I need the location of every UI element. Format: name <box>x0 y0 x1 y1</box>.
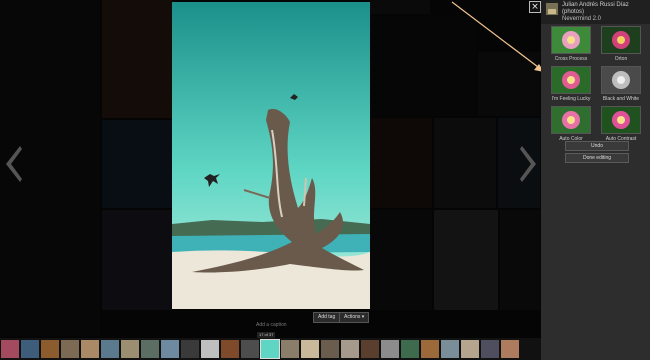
filter-label: Black and White <box>602 96 640 102</box>
filter-cross-process[interactable]: Cross Process <box>549 26 593 62</box>
add-tag-button[interactable]: Add tag <box>313 312 341 323</box>
avatar[interactable] <box>546 3 558 15</box>
filmstrip-thumb[interactable] <box>221 340 239 358</box>
filmstrip-thumb[interactable] <box>161 340 179 358</box>
filter-grid: Cross Process Orton I'm Feeling Lucky Bl… <box>549 26 645 142</box>
actions-menu-button[interactable]: Actions ▾ <box>339 312 370 323</box>
filmstrip-thumb-current[interactable] <box>260 339 280 359</box>
next-arrow-icon[interactable] <box>520 146 538 182</box>
filmstrip-thumb[interactable] <box>501 340 519 358</box>
filmstrip-thumb[interactable] <box>201 340 219 358</box>
filmstrip-thumb[interactable] <box>181 340 199 358</box>
filter-thumbnail <box>601 66 641 94</box>
filter-thumbnail <box>601 26 641 54</box>
photo-image <box>172 2 370 309</box>
filmstrip-thumb[interactable] <box>441 340 459 358</box>
filmstrip-thumb[interactable] <box>341 340 359 358</box>
caption-input[interactable]: Add a caption <box>256 322 287 328</box>
filter-orton[interactable]: Orton <box>599 26 643 62</box>
filter-thumbnail <box>551 106 591 134</box>
filmstrip-thumb[interactable] <box>21 340 39 358</box>
filmstrip-thumb[interactable] <box>1 340 19 358</box>
undo-button[interactable]: Undo <box>565 141 629 151</box>
filmstrip-thumb[interactable] <box>61 340 79 358</box>
filter-thumbnail <box>601 106 641 134</box>
done-editing-button[interactable]: Done editing <box>565 153 629 163</box>
filter-auto-contrast[interactable]: Auto Contrast <box>599 106 643 142</box>
filmstrip-thumb[interactable] <box>121 340 139 358</box>
filter-label: Orton <box>614 56 628 62</box>
filmstrip-thumb[interactable] <box>41 340 59 358</box>
filmstrip-thumb[interactable] <box>361 340 379 358</box>
photo-counter: 17 of 37 <box>257 332 276 338</box>
filmstrip-thumb[interactable] <box>481 340 499 358</box>
filmstrip-thumb[interactable] <box>141 340 159 358</box>
filmstrip-thumb[interactable] <box>401 340 419 358</box>
filter-label: Cross Process <box>554 56 588 62</box>
filter-label: I'm Feeling Lucky <box>551 96 591 102</box>
filmstrip-thumb[interactable] <box>281 340 299 358</box>
filter-feeling-lucky[interactable]: I'm Feeling Lucky <box>549 66 593 102</box>
filmstrip-thumb[interactable] <box>241 340 259 358</box>
album-name[interactable]: Nevermind 2.0 <box>562 16 601 22</box>
main-photo[interactable] <box>172 2 370 309</box>
edit-sidebar: Julian Andrés Russi Díaz (photos) Neverm… <box>541 0 650 360</box>
filmstrip-thumb[interactable] <box>301 340 319 358</box>
filmstrip-thumb[interactable] <box>81 340 99 358</box>
filmstrip-thumb[interactable] <box>321 340 339 358</box>
filmstrip-thumb[interactable] <box>381 340 399 358</box>
close-button[interactable]: × <box>529 1 541 13</box>
previous-arrow-icon[interactable] <box>4 146 22 182</box>
filter-auto-color[interactable]: Auto Color <box>549 106 593 142</box>
filmstrip-thumb[interactable] <box>461 340 479 358</box>
filmstrip <box>0 338 542 360</box>
sidebar-header: Julian Andrés Russi Díaz (photos) Neverm… <box>541 0 650 24</box>
user-name[interactable]: Julian Andrés Russi Díaz (photos) <box>562 2 647 16</box>
filter-thumbnail <box>551 26 591 54</box>
filmstrip-thumb[interactable] <box>101 340 119 358</box>
filter-black-and-white[interactable]: Black and White <box>599 66 643 102</box>
filter-thumbnail <box>551 66 591 94</box>
filmstrip-thumb[interactable] <box>421 340 439 358</box>
